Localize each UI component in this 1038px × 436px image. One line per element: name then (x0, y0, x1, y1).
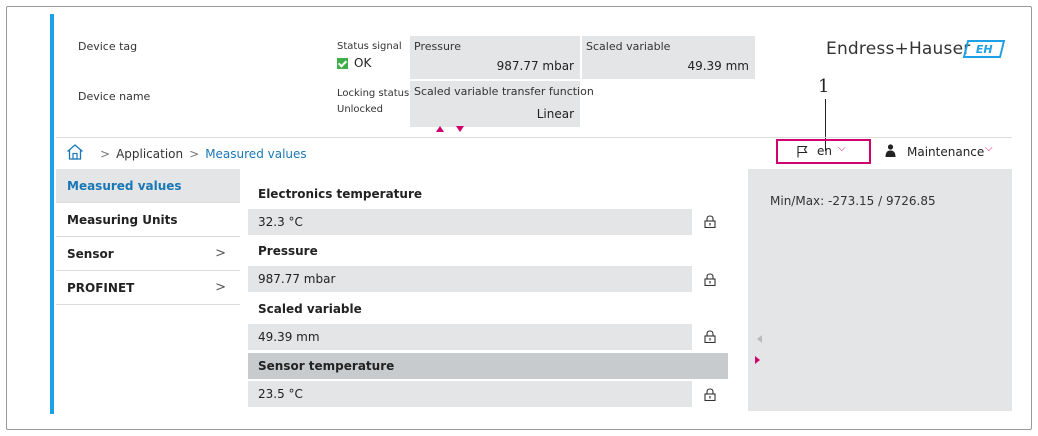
user-icon (885, 144, 896, 157)
chevron-down-icon: ⌵ (985, 143, 993, 154)
lock-icon (704, 273, 716, 286)
breadcrumb-measured-values[interactable]: Measured values (205, 147, 306, 161)
param-value-sensor-temperature: 23.5 °C (248, 381, 692, 407)
param-value-pressure: 987.77 mbar (248, 266, 692, 292)
scaled-variable-tile[interactable]: Scaled variable 49.39 mm (582, 36, 755, 79)
param-label-scaled-variable: Scaled variable (258, 302, 362, 316)
locking-status-label: Locking status (337, 88, 410, 99)
device-tag-label: Device tag (78, 40, 138, 53)
param-label-sensor-temperature[interactable]: Sensor temperature (258, 359, 394, 373)
pressure-tile[interactable]: Pressure 987.77 mbar (410, 36, 580, 79)
status-signal-value: OK (337, 56, 371, 70)
chevron-right-icon: > (215, 246, 226, 261)
chevron-right-icon: > (215, 280, 226, 295)
param-value-scaled-variable: 49.39 mm (248, 324, 692, 350)
sidebar-item-sensor[interactable]: Sensor > (56, 237, 240, 271)
sidebar-item-label: PROFINET (67, 280, 135, 295)
sidebar-item-profinet[interactable]: PROFINET > (56, 271, 240, 305)
ok-check-icon (337, 57, 348, 69)
expand-header-down-icon[interactable] (456, 126, 464, 132)
breadcrumb-separator: > (189, 147, 200, 161)
accent-bar (50, 14, 54, 414)
scaled-variable-tile-value: 49.39 mm (687, 59, 749, 73)
transfer-function-tile-value: Linear (536, 107, 574, 121)
param-value-electronics-temperature: 32.3 °C (248, 209, 692, 235)
help-minmax-text: Min/Max: -273.15 / 9726.85 (770, 194, 936, 208)
expand-panel-icon[interactable] (755, 356, 760, 364)
status-signal-text: OK (354, 56, 372, 70)
flag-icon (797, 145, 808, 158)
brand-name: Endress+Hauser (826, 39, 971, 59)
sidebar-item-label: Measuring Units (67, 212, 178, 227)
breadcrumb: > Application > Measured values (94, 147, 307, 161)
header-divider (56, 137, 1012, 138)
lock-icon (704, 388, 716, 401)
logo-text: EH (975, 42, 993, 56)
pressure-tile-label: Pressure (414, 40, 461, 53)
transfer-function-tile-label: Scaled variable transfer function (414, 85, 594, 98)
sidebar-item-measured-values[interactable]: Measured values (56, 169, 240, 203)
scaled-variable-tile-label: Scaled variable (586, 40, 671, 53)
status-signal-label: Status signal (337, 41, 402, 52)
sidebar-item-label: Sensor (67, 246, 114, 261)
sidebar-item-label: Measured values (67, 178, 182, 193)
collapse-panel-icon[interactable] (757, 335, 762, 343)
chevron-down-icon: ⌵ (838, 143, 846, 154)
brand-logo: EH (962, 40, 1006, 58)
sidebar-item-measuring-units[interactable]: Measuring Units (56, 203, 240, 237)
device-name-label: Device name (78, 90, 151, 103)
home-icon[interactable] (66, 143, 84, 161)
breadcrumb-separator: > (100, 147, 111, 161)
pressure-tile-value: 987.77 mbar (496, 59, 574, 73)
param-label-electronics-temperature: Electronics temperature (258, 187, 423, 201)
transfer-function-tile[interactable]: Scaled variable transfer function Linear (410, 81, 594, 127)
locking-status-value: Unlocked (337, 104, 383, 115)
lock-icon (704, 330, 716, 343)
expand-header-up-icon[interactable] (436, 126, 444, 132)
param-label-pressure: Pressure (258, 244, 318, 258)
breadcrumb-application[interactable]: Application (116, 147, 183, 161)
callout-number: 1 (818, 76, 830, 97)
sidebar-nav: Measured values Measuring Units Sensor >… (56, 169, 248, 411)
lock-icon (704, 215, 716, 228)
user-role-menu[interactable]: Maintenance (907, 145, 984, 159)
language-value: en (817, 144, 832, 158)
